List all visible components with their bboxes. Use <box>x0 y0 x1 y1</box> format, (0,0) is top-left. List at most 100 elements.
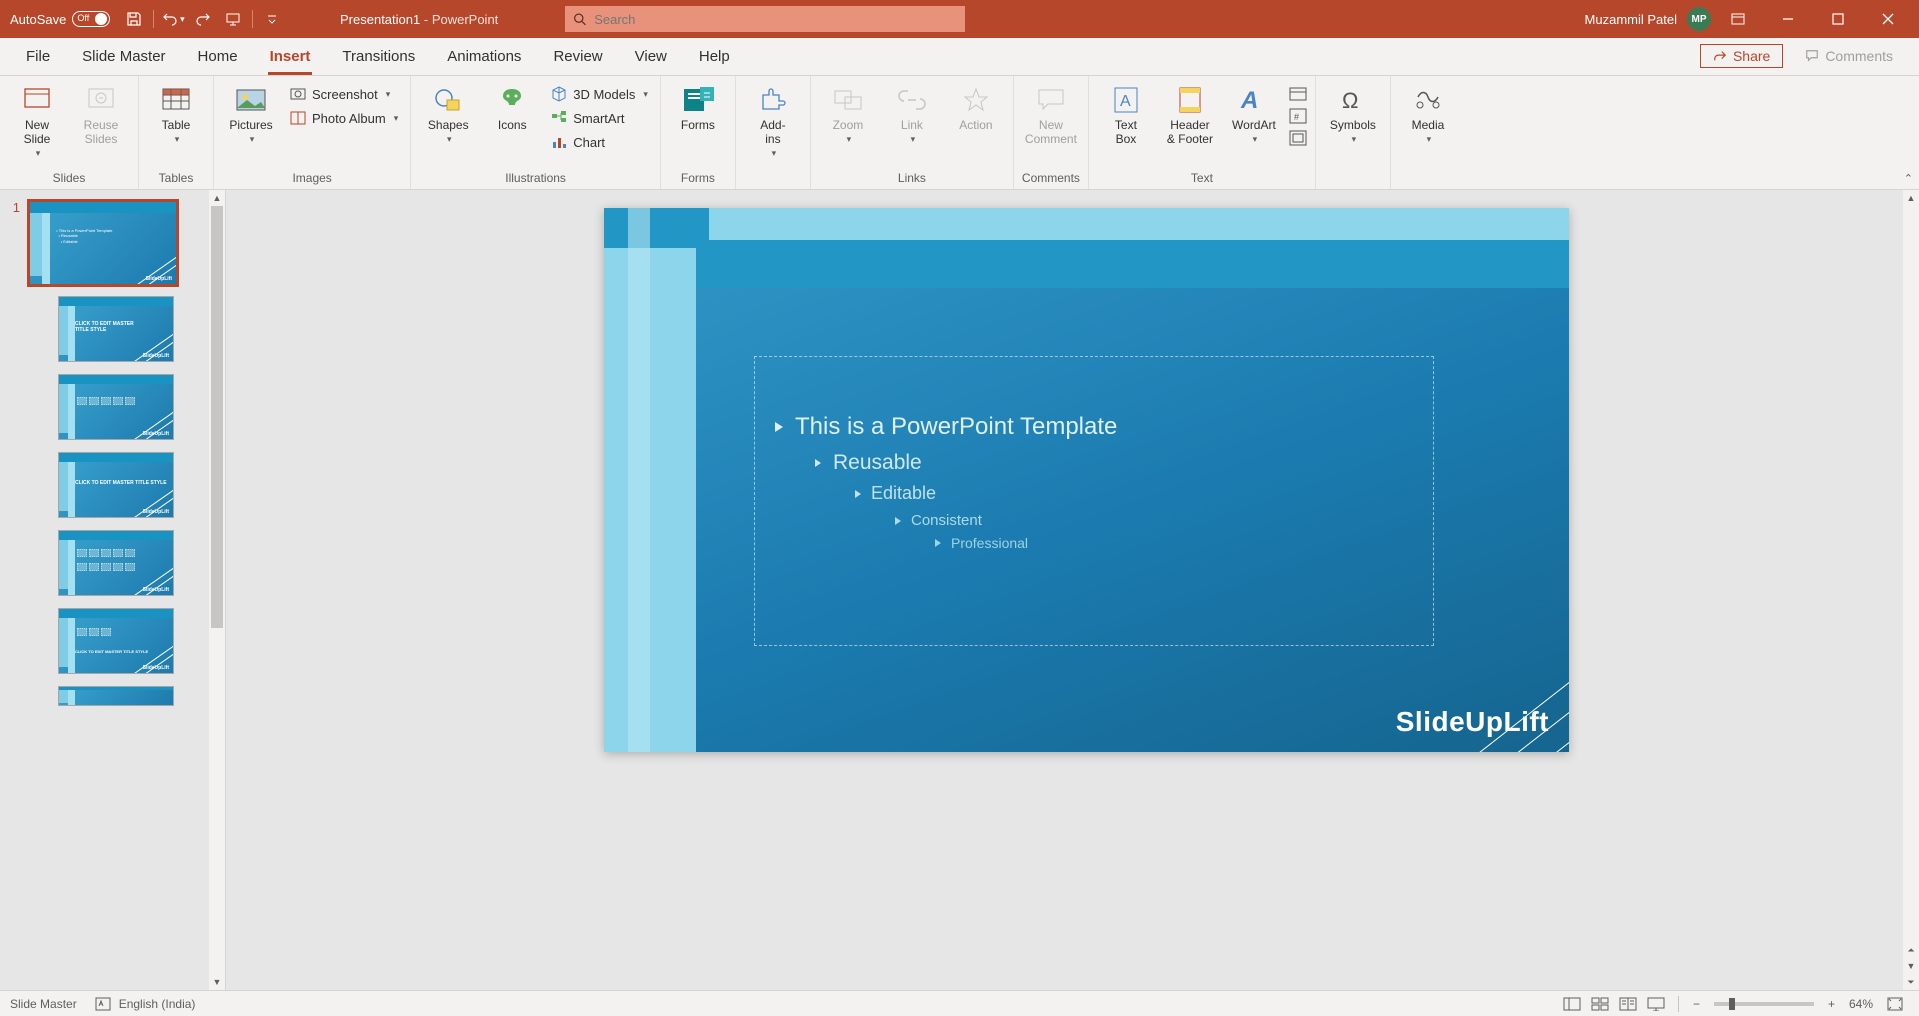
chart-button[interactable]: Chart <box>547 132 652 152</box>
reading-view-icon[interactable] <box>1614 993 1642 1015</box>
tab-insert[interactable]: Insert <box>254 40 327 75</box>
thumbnails-scrollbar[interactable]: ▲ ▼ <box>209 190 225 990</box>
3d-models-button[interactable]: 3D Models▾ <box>547 84 652 104</box>
photo-album-button[interactable]: Photo Album▾ <box>286 108 402 128</box>
scroll-down-icon[interactable]: ▼ <box>209 974 225 990</box>
addins-button[interactable]: Add- ins▾ <box>744 80 802 159</box>
slide-canvas[interactable]: This is a PowerPoint Template Reusable E… <box>604 208 1569 752</box>
zoom-level[interactable]: 64% <box>1849 997 1873 1011</box>
search-icon <box>573 12 586 26</box>
spellcheck-icon[interactable] <box>95 997 111 1011</box>
tab-view[interactable]: View <box>619 40 683 75</box>
comment-icon <box>1805 49 1819 63</box>
present-from-start-icon[interactable] <box>219 5 247 33</box>
thumbnail-layout[interactable]: SlideUpLift <box>58 374 203 440</box>
tab-slide-master[interactable]: Slide Master <box>66 40 181 75</box>
group-comments: New Comment Comments <box>1014 76 1089 189</box>
content-placeholder[interactable]: This is a PowerPoint Template Reusable E… <box>754 356 1434 646</box>
customize-qat-icon[interactable] <box>258 5 286 33</box>
workspace: 1 • This is a PowerPoint Template • Reus… <box>0 190 1919 990</box>
search-input[interactable] <box>594 12 957 27</box>
pictures-button[interactable]: Pictures▾ <box>222 80 280 145</box>
master-slide-thumb[interactable]: • This is a PowerPoint Template • Reusab… <box>28 200 178 286</box>
zoom-icon <box>832 84 864 116</box>
redo-icon[interactable] <box>189 5 217 33</box>
zoom-in-button[interactable]: + <box>1822 997 1841 1011</box>
toggle-switch-icon[interactable]: Off <box>72 11 110 27</box>
slideshow-view-icon[interactable] <box>1642 993 1670 1015</box>
cube-icon <box>551 86 567 102</box>
slide-thumbnails-panel: 1 • This is a PowerPoint Template • Reus… <box>0 190 226 990</box>
canvas-scrollbar[interactable]: ▲ ⏶ ▼ ⏷ <box>1903 190 1919 990</box>
new-slide-button[interactable]: New Slide▾ <box>8 80 66 159</box>
photo-album-icon <box>290 110 306 126</box>
omega-icon: Ω <box>1337 84 1369 116</box>
tab-animations[interactable]: Animations <box>431 40 537 75</box>
shapes-button[interactable]: Shapes▾ <box>419 80 477 145</box>
media-icon <box>1412 84 1444 116</box>
svg-text:#: # <box>1294 112 1299 122</box>
view-mode-label[interactable]: Slide Master <box>10 997 77 1011</box>
autosave-toggle[interactable]: AutoSave Off <box>10 11 110 27</box>
group-links: Zoom▾ Link▾ Action Links <box>811 76 1014 189</box>
text-box-button[interactable]: AText Box <box>1097 80 1155 146</box>
zoom-slider[interactable] <box>1714 1002 1814 1006</box>
prev-slide-icon[interactable]: ⏶ <box>1903 942 1919 958</box>
table-icon <box>160 84 192 116</box>
group-slides: New Slide▾ Reuse Slides Slides <box>0 76 139 189</box>
tab-transitions[interactable]: Transitions <box>326 40 431 75</box>
forms-button[interactable]: Forms <box>669 80 727 132</box>
thumbnail-master[interactable]: 1 • This is a PowerPoint Template • Reus… <box>10 200 203 286</box>
close-icon[interactable] <box>1865 0 1911 38</box>
slide-number-icon[interactable]: # <box>1289 108 1307 124</box>
table-button[interactable]: Table▾ <box>147 80 205 145</box>
ribbon: New Slide▾ Reuse Slides Slides Table▾ Ta… <box>0 76 1919 190</box>
thumbnail-layout[interactable]: CLICK TO EDIT MASTER TITLE STYLESlideUpL… <box>58 608 203 674</box>
symbols-button[interactable]: ΩSymbols▾ <box>1324 80 1382 145</box>
thumbnail-layout[interactable]: CLICK TO EDIT MASTER TITLE STYLESlideUpL… <box>58 296 203 362</box>
tab-file[interactable]: File <box>10 40 66 75</box>
fit-to-window-icon[interactable] <box>1881 993 1909 1015</box>
wordart-button[interactable]: AWordArt▾ <box>1225 80 1283 145</box>
thumbnail-layout[interactable]: CLICK TO EDIT MASTER TITLE STYLESlideUpL… <box>58 452 203 518</box>
minimize-icon[interactable] <box>1765 0 1811 38</box>
date-time-icon[interactable] <box>1289 86 1307 102</box>
thumbnail-layout[interactable]: SlideUpLift <box>58 530 203 596</box>
media-button[interactable]: Media▾ <box>1399 80 1457 145</box>
icons-button[interactable]: Icons <box>483 80 541 132</box>
group-text: AText Box Header & Footer AWordArt▾ # Te… <box>1089 76 1316 189</box>
language-label[interactable]: English (India) <box>119 997 196 1011</box>
collapse-ribbon-icon[interactable]: ⌃ <box>1904 172 1913 185</box>
save-icon[interactable] <box>120 5 148 33</box>
svg-text:A: A <box>1120 93 1131 110</box>
normal-view-icon[interactable] <box>1558 993 1586 1015</box>
tab-help[interactable]: Help <box>683 40 746 75</box>
slide-canvas-area[interactable]: This is a PowerPoint Template Reusable E… <box>226 190 1919 990</box>
ribbon-display-options-icon[interactable] <box>1715 0 1761 38</box>
next-slide-icon[interactable]: ⏷ <box>1903 974 1919 990</box>
scrollbar-thumb[interactable] <box>211 206 223 628</box>
share-button[interactable]: Share <box>1700 44 1783 68</box>
header-footer-icon <box>1174 84 1206 116</box>
link-icon <box>896 84 928 116</box>
search-box[interactable] <box>565 6 965 32</box>
maximize-icon[interactable] <box>1815 0 1861 38</box>
wordart-icon: A <box>1238 84 1270 116</box>
slide-sorter-view-icon[interactable] <box>1586 993 1614 1015</box>
header-footer-button[interactable]: Header & Footer <box>1161 80 1219 146</box>
undo-icon[interactable]: ▾ <box>159 5 187 33</box>
user-avatar[interactable]: MP <box>1687 7 1711 31</box>
tab-review[interactable]: Review <box>537 40 618 75</box>
scroll-up-icon[interactable]: ▲ <box>209 190 225 206</box>
scroll-down-icon[interactable]: ▼ <box>1903 958 1919 974</box>
thumbnail-layout[interactable] <box>58 686 203 706</box>
scroll-up-icon[interactable]: ▲ <box>1903 190 1919 206</box>
object-icon[interactable] <box>1289 130 1307 146</box>
pictures-icon <box>235 84 267 116</box>
user-name[interactable]: Muzammil Patel <box>1585 12 1677 27</box>
screenshot-button[interactable]: Screenshot▾ <box>286 84 402 104</box>
zoom-out-button[interactable]: − <box>1687 997 1706 1011</box>
smartart-button[interactable]: SmartArt <box>547 108 652 128</box>
new-slide-icon <box>21 84 53 116</box>
tab-home[interactable]: Home <box>182 40 254 75</box>
